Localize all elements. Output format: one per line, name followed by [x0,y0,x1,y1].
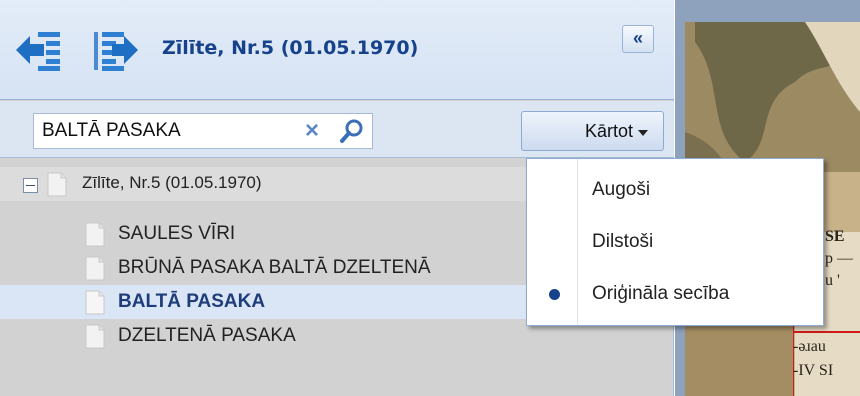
menu-item-label: Augoši [592,179,651,200]
document-icon [85,324,105,349]
tree-item-label: BALTĀ PASAKA [118,291,266,312]
tree-item-label: DZELTENĀ PASAKA [118,325,296,346]
outdent-arrow-left-icon[interactable] [14,28,62,72]
scan-text-line: p — [825,250,853,267]
close-icon: × [304,117,319,144]
sort-original-order-option[interactable]: Oriģināla secība [527,269,823,319]
tree-root-label: Zīlīte, Nr.5 (01.05.1970) [82,173,262,192]
scan-text-line: u ' [825,272,840,289]
search-box: × [33,113,373,149]
tree-item-label: BRŪNĀ PASAKA BALTĀ DZELTENĀ [118,257,431,278]
scan-text-line: -IV SI [793,362,834,379]
collapse-panel-button[interactable]: « [622,25,654,53]
menu-item-label: Oriģināla secība [592,283,730,304]
sort-dropdown-menu: Augoši Dilstoši Oriģināla secība [526,158,824,326]
page-title: Zīlīte, Nr.5 (01.05.1970) [162,37,419,59]
sort-ascending-option[interactable]: Augoši [527,165,823,215]
panel-header: Zīlīte, Nr.5 (01.05.1970) « [0,0,674,100]
sort-button-label: Kārtot [584,121,633,141]
search-toolbar: × Kārtot [0,101,674,158]
scan-text-line: -ǝɹau [793,338,826,355]
indent-arrow-right-icon[interactable] [92,28,140,72]
clear-search-button[interactable]: × [296,117,328,145]
document-icon [47,172,67,197]
scan-text-line: SE [825,228,845,245]
double-chevron-left-icon: « [632,28,643,48]
radio-selected-icon [549,289,560,300]
search-icon[interactable] [336,117,368,145]
caret-down-icon [638,130,648,136]
document-icon [85,290,105,315]
document-icon [85,222,105,247]
sort-button[interactable]: Kārtot [521,111,664,151]
tree-item-label: SAULES VĪRI [118,223,236,244]
sort-descending-option[interactable]: Dilstoši [527,217,823,267]
search-input[interactable] [42,114,292,148]
collapse-toggle-icon[interactable] [23,178,38,193]
menu-item-label: Dilstoši [592,231,654,252]
document-icon [85,256,105,281]
